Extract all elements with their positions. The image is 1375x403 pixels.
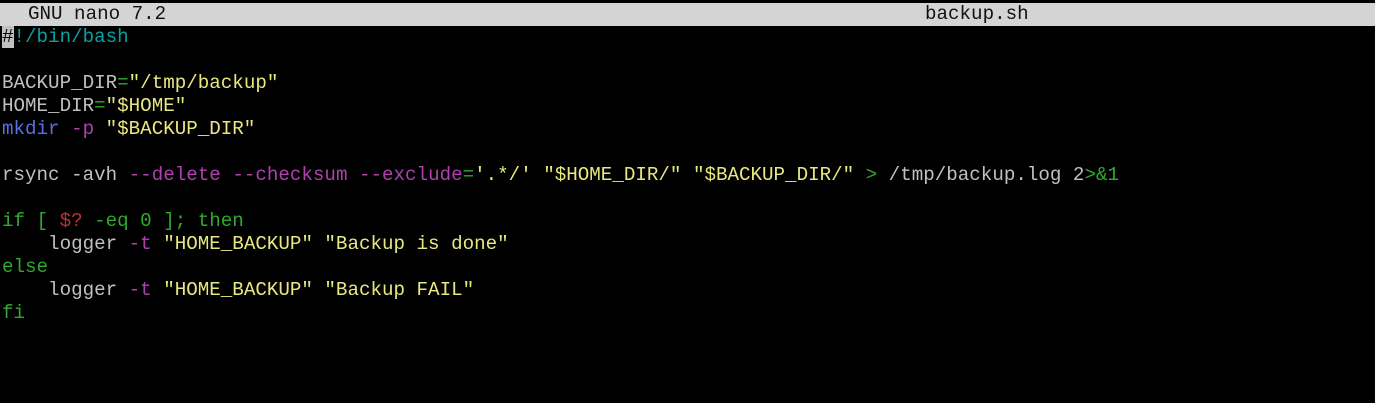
code-line[interactable]: if [ $? -eq 0 ]; then	[2, 210, 1375, 233]
code-token: else	[2, 256, 49, 278]
code-token: "HOME_BACKUP"	[163, 279, 313, 301]
editor-text-area[interactable]: #!/bin/bash BACKUP_DIR="/tmp/backup" HOME…	[2, 26, 1375, 403]
nano-titlebar: GNU nano 7.2 backup.sh	[0, 3, 1375, 26]
code-line[interactable]: mkdir -p "$BACKUP_DIR"	[2, 118, 1375, 141]
code-token: fi	[2, 302, 26, 324]
code-token: -t	[128, 233, 152, 255]
code-line[interactable]: else	[2, 256, 1375, 279]
code-token: !/bin/bash	[13, 26, 129, 48]
code-token: then	[197, 210, 244, 232]
code-token: =	[94, 95, 106, 117]
code-line[interactable]	[2, 141, 1375, 164]
code-token: -t	[128, 279, 152, 301]
code-token: =	[117, 72, 129, 94]
code-token: "$HOME"	[105, 95, 187, 117]
code-token: if	[2, 210, 26, 232]
code-token: rsync -avh	[2, 164, 129, 186]
code-line[interactable]: fi	[2, 302, 1375, 325]
code-token: >	[865, 164, 878, 186]
code-token: -p	[71, 118, 95, 140]
code-token: "/tmp/backup"	[128, 72, 279, 94]
code-token: "$BACKUP_DIR/"	[692, 164, 855, 186]
code-token: '.*/'	[474, 164, 532, 186]
code-token: $?	[59, 210, 83, 232]
code-token: >&1	[1084, 164, 1119, 186]
code-token: --exclude	[358, 164, 463, 186]
code-token: [	[25, 210, 60, 232]
code-token: =	[462, 164, 475, 186]
code-line[interactable]: HOME_DIR="$HOME"	[2, 95, 1375, 118]
code-token: mkdir	[2, 118, 60, 140]
code-line[interactable]	[2, 49, 1375, 72]
code-line[interactable]: rsync -avh --delete --checksum --exclude…	[2, 164, 1375, 187]
code-line[interactable]: logger -t "HOME_BACKUP" "Backup FAIL"	[2, 279, 1375, 302]
filename-label[interactable]: backup.sh	[925, 3, 1029, 26]
code-token: "$BACKUP_DIR"	[94, 118, 256, 140]
code-token: "Backup is done"	[324, 233, 509, 255]
code-token: /tmp/backup.log 2	[877, 164, 1085, 186]
code-token: logger	[2, 233, 129, 255]
code-token: "HOME_BACKUP"	[163, 233, 313, 255]
code-token: -eq 0 ];	[82, 210, 198, 232]
text-cursor: #	[2, 26, 14, 48]
code-token: BACKUP_DIR	[2, 72, 118, 94]
code-token: "Backup FAIL"	[324, 279, 475, 301]
code-line[interactable]: logger -t "HOME_BACKUP" "Backup is done"	[2, 233, 1375, 256]
code-line[interactable]: BACKUP_DIR="/tmp/backup"	[2, 72, 1375, 95]
code-token: --delete	[128, 164, 221, 186]
code-token: logger	[2, 279, 129, 301]
app-version-label: GNU nano 7.2	[28, 3, 167, 25]
code-line[interactable]	[2, 187, 1375, 210]
code-token: "$HOME_DIR/"	[543, 164, 682, 186]
code-token: --checksum	[232, 164, 348, 186]
code-line[interactable]: #!/bin/bash	[2, 26, 1375, 49]
code-token: HOME_DIR	[2, 95, 95, 117]
